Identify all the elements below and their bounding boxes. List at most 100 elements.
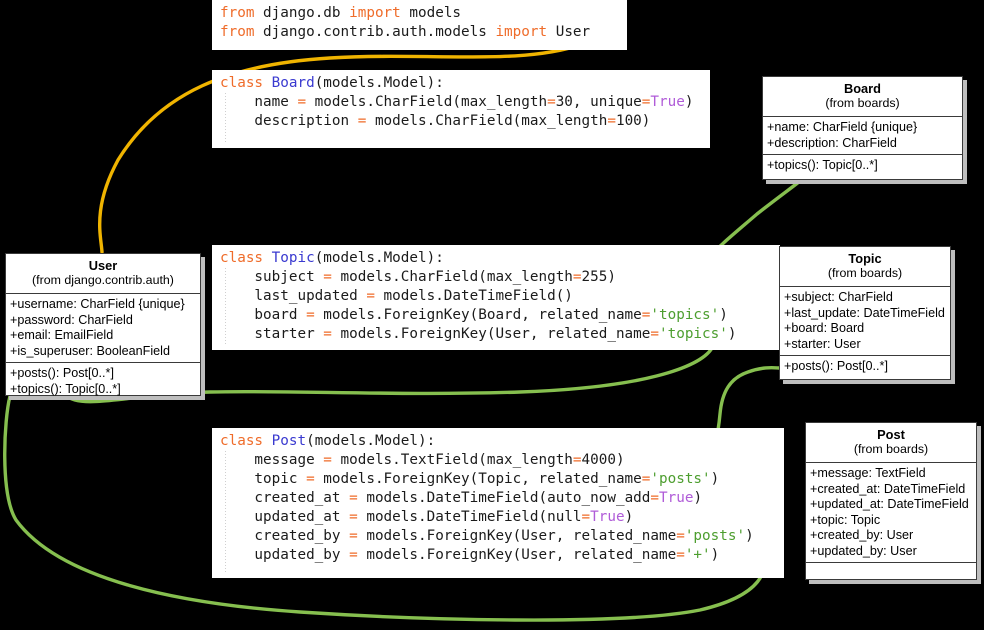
code-token: True [590, 509, 625, 525]
code-token: = [306, 307, 315, 323]
code-token: models.ForeignKey(User, related_name [331, 326, 651, 342]
code-token: 30, unique [555, 94, 642, 110]
code-line: from django.db import models [220, 4, 619, 23]
code-token: (models.Model): [306, 433, 436, 449]
indent-guide [225, 93, 226, 143]
code-token: models.ForeignKey(Topic, related_name [314, 471, 642, 487]
uml-operations-section: +posts(): Post[0..*] [780, 356, 950, 378]
code-block-topic-model: class Topic(models.Model): subject = mod… [212, 245, 780, 350]
diagram-canvas: from django.db import models from django.… [0, 0, 984, 630]
code-token: = [323, 326, 332, 342]
uml-attribute: +updated_at: DateTimeField [810, 497, 969, 511]
code-token: class [220, 75, 272, 91]
uml-attribute: +is_superuser: BooleanField [10, 343, 170, 358]
code-token: = [650, 326, 659, 342]
code-token: = [323, 452, 332, 468]
uml-attribute: +board: Board [784, 321, 865, 335]
uml-operations-section [806, 563, 976, 586]
code-token: models.TextField(max_length [331, 452, 573, 468]
code-token: = [349, 490, 358, 506]
code-token: models.CharField(max_length [366, 113, 608, 129]
uml-attribute: +message: TextField [810, 466, 926, 480]
code-token: User [555, 24, 591, 40]
code-line: created_at = models.DateTimeField(auto_n… [220, 489, 776, 508]
code-token: ) [727, 326, 737, 342]
uml-class-board[interactable]: Board (from boards) +name: CharField {uniq… [762, 76, 963, 180]
code-token: import [495, 24, 556, 40]
code-token: = [306, 471, 315, 487]
uml-class-topic[interactable]: Topic (from boards) +subject: CharField +la… [779, 246, 951, 380]
code-token: ) [710, 471, 720, 487]
code-token: message [220, 452, 324, 468]
code-token: 'topics' [659, 326, 728, 342]
indent-guide [225, 268, 226, 345]
uml-class-user[interactable]: User (from django.contrib.auth) +username:… [5, 253, 201, 396]
code-block-board-model: class Board(models.Model): name = models… [212, 70, 710, 148]
code-token: True [659, 490, 694, 506]
code-line: last_updated = models.DateTimeField() [220, 287, 772, 306]
uml-operation: +topics(): Topic[0..*] [10, 381, 121, 396]
code-line: class Board(models.Model): [220, 74, 702, 93]
code-token: = [581, 509, 591, 525]
code-token: starter [220, 326, 324, 342]
code-token: topic [220, 471, 307, 487]
uml-attribute: +created_by: User [810, 528, 914, 542]
uml-class-post[interactable]: Post (from boards) +message: TextField +cre… [805, 422, 977, 580]
code-token: django.contrib.auth.models [263, 24, 496, 40]
code-token: created_by [220, 528, 350, 544]
code-token: = [676, 528, 685, 544]
code-token: models.CharField(max_length [306, 94, 548, 110]
code-token: ) [710, 547, 720, 563]
code-line: starter = models.ForeignKey(User, relate… [220, 325, 772, 344]
uml-attributes-section: +name: CharField {unique} +description: C… [763, 117, 962, 155]
uml-class-title: User [88, 258, 118, 273]
code-token: class [220, 433, 272, 449]
code-token: 100) [615, 113, 651, 129]
code-line: updated_at = models.DateTimeField(null=T… [220, 508, 776, 527]
uml-operation: +topics(): Topic[0..*] [767, 158, 878, 172]
uml-attribute: +updated_by: User [810, 543, 917, 558]
code-line: message = models.TextField(max_length=40… [220, 451, 776, 470]
code-token: models.DateTimeField(auto_now_add [357, 490, 651, 506]
code-line: topic = models.ForeignKey(Topic, related… [220, 470, 776, 489]
uml-attribute: +password: CharField [10, 312, 133, 327]
code-token: 'posts' [650, 471, 711, 487]
code-token: = [366, 288, 375, 304]
uml-attribute: +name: CharField {unique} [767, 120, 918, 134]
uml-class-header: Post (from boards) [806, 423, 976, 463]
code-line: name = models.CharField(max_length=30, u… [220, 93, 702, 112]
code-token: Topic [271, 250, 315, 266]
uml-attribute: +last_update: DateTimeField [784, 305, 945, 320]
uml-class-package: (from boards) [853, 442, 929, 456]
code-token: ) [745, 528, 754, 544]
uml-class-title: Board [844, 81, 881, 96]
uml-attributes-section: +subject: CharField +last_update: DateTim… [780, 287, 950, 356]
code-token: = [572, 452, 582, 468]
code-token: models.DateTimeField() [374, 288, 573, 304]
code-line: created_by = models.ForeignKey(User, rel… [220, 527, 776, 546]
uml-attribute: +username: CharField {unique} [10, 297, 185, 311]
uml-operation: +posts(): Post[0..*] [10, 366, 114, 380]
code-block-post-model: class Post(models.Model): message = mode… [212, 428, 784, 578]
uml-class-header: User (from django.contrib.auth) [6, 254, 200, 294]
code-token: 4000) [581, 452, 625, 468]
code-token: last_updated [220, 288, 367, 304]
code-line: subject = models.CharField(max_length=25… [220, 268, 772, 287]
code-token: board [220, 307, 307, 323]
code-token: ) [624, 509, 634, 525]
uml-attribute: +email: EmailField [10, 328, 114, 342]
code-token: (models.Model): [314, 250, 444, 266]
code-token: = [323, 269, 332, 285]
code-line: class Post(models.Model): [220, 432, 776, 451]
code-block-imports: from django.db import models from django.… [212, 0, 627, 50]
code-token: ) [719, 307, 728, 323]
code-token: description [220, 113, 358, 129]
code-token: Post [271, 433, 307, 449]
code-line: board = models.ForeignKey(Board, related… [220, 306, 772, 325]
code-token: models.ForeignKey(User, related_name [357, 547, 677, 563]
code-token: class [220, 250, 272, 266]
code-token: 255) [581, 269, 616, 285]
code-token: created_at [220, 490, 350, 506]
uml-class-header: Topic (from boards) [780, 247, 950, 287]
code-token: = [349, 547, 358, 563]
